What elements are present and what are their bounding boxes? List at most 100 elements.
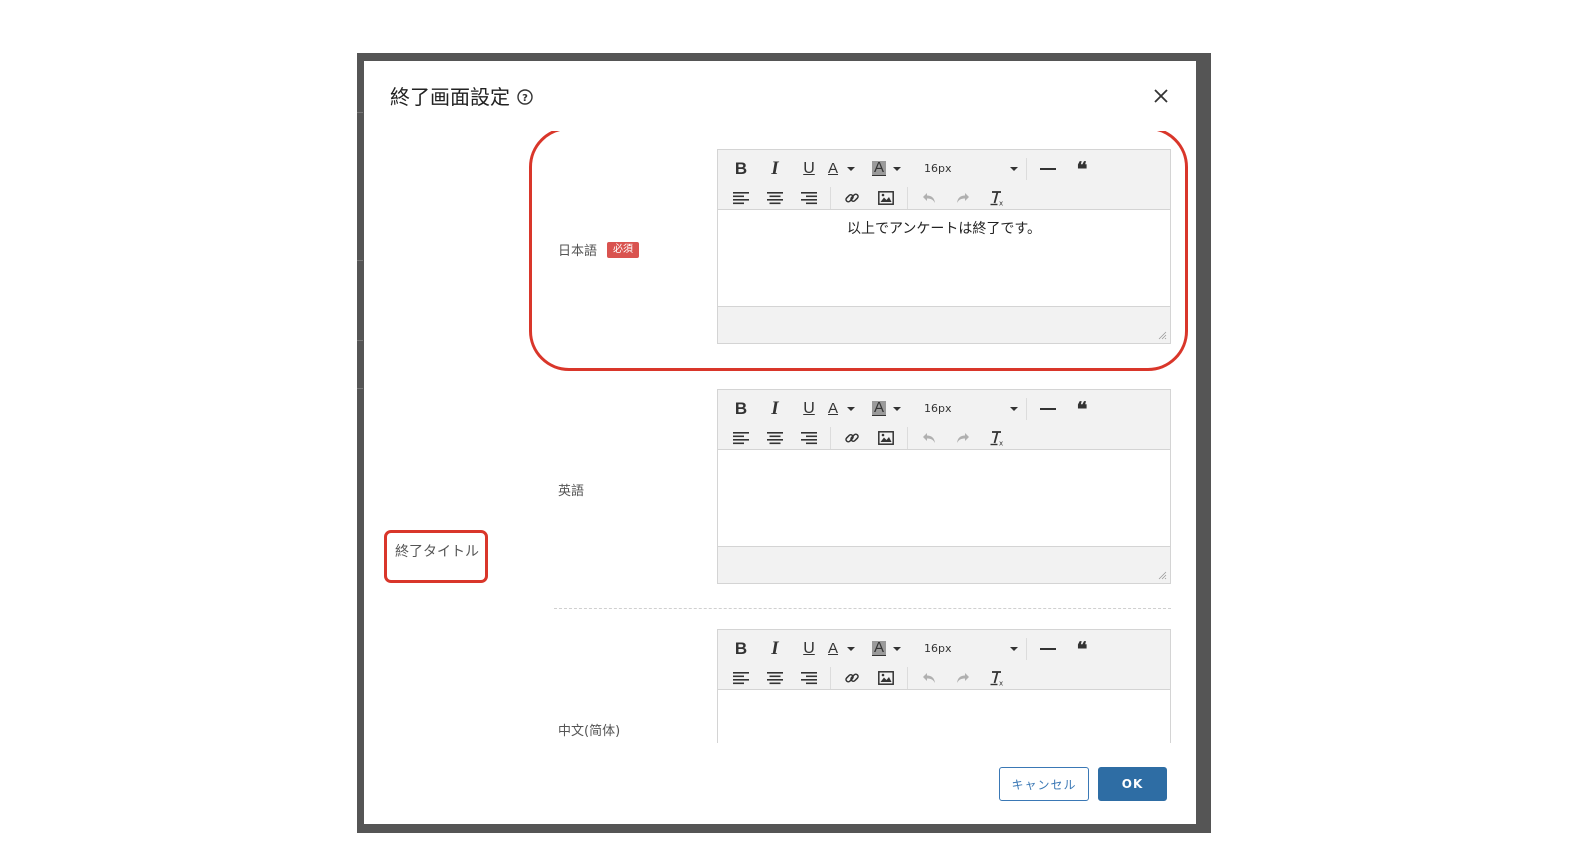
lang-label-chinese: 中文(简体) xyxy=(558,720,620,739)
text-color-icon[interactable]: A xyxy=(826,396,872,422)
bold-icon[interactable]: B xyxy=(724,396,758,422)
text-color-icon[interactable]: A xyxy=(826,636,872,662)
caret-down-icon xyxy=(893,406,902,411)
align-right-icon[interactable] xyxy=(792,185,826,211)
link-icon[interactable] xyxy=(835,185,869,211)
cancel-button[interactable]: キャンセル xyxy=(999,767,1089,801)
font-size-value: 16px xyxy=(924,402,952,415)
caret-down-icon xyxy=(1010,406,1018,411)
close-icon[interactable] xyxy=(1150,85,1172,107)
align-center-icon[interactable] xyxy=(758,665,792,691)
svg-text:?: ? xyxy=(522,93,528,104)
caret-down-icon xyxy=(847,166,856,171)
caret-down-icon xyxy=(1010,166,1018,171)
align-center-icon[interactable] xyxy=(758,425,792,451)
blockquote-icon[interactable]: ❝ xyxy=(1065,396,1099,422)
text-color-letter: A xyxy=(828,640,839,657)
bold-icon[interactable]: B xyxy=(724,156,758,182)
blockquote-icon[interactable]: ❝ xyxy=(1065,156,1099,182)
background-color-icon[interactable]: A xyxy=(872,156,918,182)
font-size-select[interactable]: 16px xyxy=(918,156,1022,182)
end-screen-settings-dialog: 終了画面設定 ? 終了タイトル 日本語 必須 B I U A A 16px ❝ … xyxy=(364,61,1196,824)
image-icon[interactable] xyxy=(869,185,903,211)
redo-icon[interactable] xyxy=(946,665,980,691)
italic-icon[interactable]: I xyxy=(758,396,792,422)
toolbar-separator xyxy=(907,186,908,209)
align-left-icon[interactable] xyxy=(724,185,758,211)
horizontal-rule-icon[interactable] xyxy=(1031,396,1065,422)
font-size-value: 16px xyxy=(924,162,952,175)
dialog-body[interactable]: 終了タイトル 日本語 必須 B I U A A 16px ❝ x 以上でアンケー… xyxy=(364,131,1196,743)
resize-grip-icon[interactable] xyxy=(1158,331,1167,340)
rich-text-editor-chinese: B I U A A 16px ❝ x xyxy=(717,629,1171,743)
toolbar-separator xyxy=(830,186,831,209)
backdrop-mark xyxy=(357,260,363,261)
underline-icon[interactable]: U xyxy=(792,156,826,182)
image-icon[interactable] xyxy=(869,425,903,451)
link-icon[interactable] xyxy=(835,425,869,451)
required-badge: 必須 xyxy=(607,241,640,258)
horizontal-rule-icon[interactable] xyxy=(1031,156,1065,182)
redo-icon[interactable] xyxy=(946,185,980,211)
lang-label-text: 中文(简体) xyxy=(558,724,621,739)
editor-status-bar xyxy=(718,546,1170,583)
toolbar-separator xyxy=(907,666,908,689)
editor-status-bar xyxy=(718,306,1170,343)
align-center-icon[interactable] xyxy=(758,185,792,211)
editor-content-area[interactable] xyxy=(718,690,1170,743)
toolbar-separator xyxy=(1026,157,1027,180)
italic-icon[interactable]: I xyxy=(758,156,792,182)
blockquote-icon[interactable]: ❝ xyxy=(1065,636,1099,662)
dialog-title: 終了画面設定 ? xyxy=(390,81,534,110)
background-color-icon[interactable]: A xyxy=(872,396,918,422)
horizontal-rule-icon[interactable] xyxy=(1031,636,1065,662)
bg-color-letter: A xyxy=(872,639,887,656)
lang-label-english: 英語 xyxy=(558,480,584,499)
caret-down-icon xyxy=(1010,646,1018,651)
dialog-title-text: 終了画面設定 xyxy=(390,85,510,109)
caret-down-icon xyxy=(893,646,902,651)
text-color-icon[interactable]: A xyxy=(826,156,872,182)
link-icon[interactable] xyxy=(835,665,869,691)
undo-icon[interactable] xyxy=(912,665,946,691)
clear-format-icon[interactable]: x xyxy=(980,665,1014,691)
align-right-icon[interactable] xyxy=(792,425,826,451)
align-right-icon[interactable] xyxy=(792,665,826,691)
backdrop-mark xyxy=(357,340,363,341)
italic-icon[interactable]: I xyxy=(758,636,792,662)
editor-toolbar: B I U A A 16px ❝ x xyxy=(718,150,1170,210)
editor-content-area[interactable] xyxy=(718,450,1170,546)
backdrop-mark xyxy=(357,112,363,113)
question-circle-icon[interactable]: ? xyxy=(516,87,534,105)
font-size-select[interactable]: 16px xyxy=(918,636,1022,662)
bg-color-letter: A xyxy=(872,159,887,176)
editor-content-area[interactable]: 以上でアンケートは終了です。 xyxy=(718,210,1170,306)
font-size-select[interactable]: 16px xyxy=(918,396,1022,422)
rich-text-editor-english: B I U A A 16px ❝ x xyxy=(717,389,1171,584)
caret-down-icon xyxy=(847,646,856,651)
toolbar-separator xyxy=(830,426,831,449)
text-color-letter: A xyxy=(828,160,839,177)
caret-down-icon xyxy=(893,166,902,171)
undo-icon[interactable] xyxy=(912,425,946,451)
resize-grip-icon[interactable] xyxy=(1158,571,1167,580)
toolbar-separator xyxy=(907,426,908,449)
toolbar-separator xyxy=(830,666,831,689)
redo-icon[interactable] xyxy=(946,425,980,451)
image-icon[interactable] xyxy=(869,665,903,691)
undo-icon[interactable] xyxy=(912,185,946,211)
ok-button[interactable]: OK xyxy=(1098,767,1167,801)
svg-text:x: x xyxy=(999,679,1003,686)
toolbar-separator xyxy=(1026,637,1027,660)
align-left-icon[interactable] xyxy=(724,425,758,451)
underline-icon[interactable]: U xyxy=(792,636,826,662)
lang-label-text: 日本語 xyxy=(558,244,598,259)
background-color-icon[interactable]: A xyxy=(872,636,918,662)
underline-icon[interactable]: U xyxy=(792,396,826,422)
bold-icon[interactable]: B xyxy=(724,636,758,662)
clear-format-icon[interactable]: x xyxy=(980,425,1014,451)
editor-toolbar: B I U A A 16px ❝ x xyxy=(718,390,1170,450)
clear-format-icon[interactable]: x xyxy=(980,185,1014,211)
align-left-icon[interactable] xyxy=(724,665,758,691)
backdrop-mark xyxy=(357,388,363,389)
